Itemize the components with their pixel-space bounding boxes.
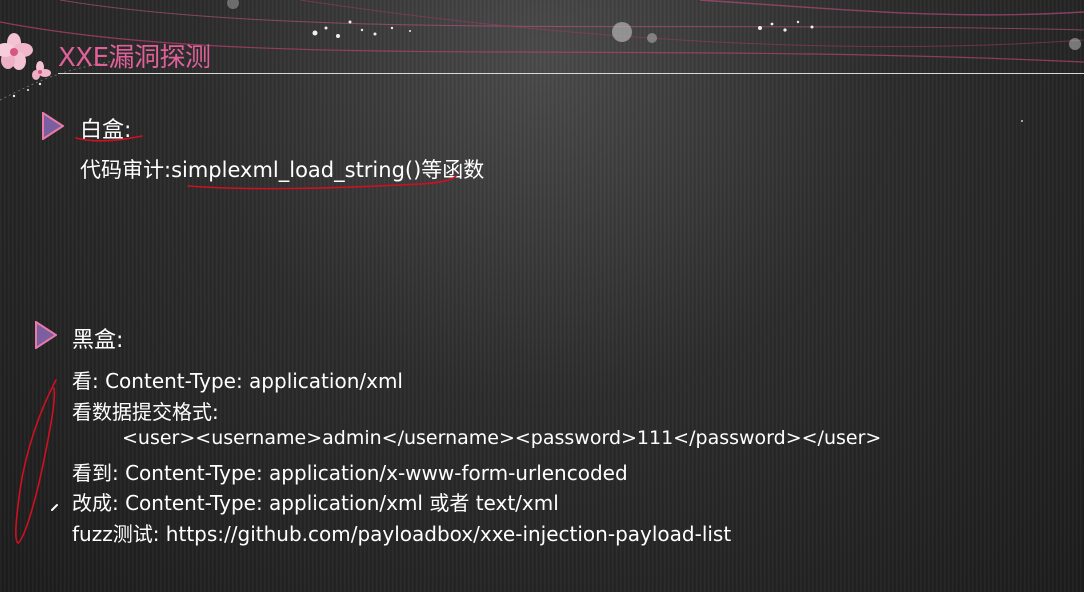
black-box-heading: 黑盒: (72, 328, 124, 353)
white-box-heading: 白盒: (80, 118, 132, 143)
triangle-bullet-icon (35, 321, 57, 349)
title-divider (58, 73, 1084, 74)
slide-title: XXE漏洞探测 (58, 43, 211, 73)
black-box-line: 看数据提交格式: (72, 400, 219, 424)
code-audit-line: 代码审计:simplexml_load_string()等函数 (80, 154, 484, 184)
black-box-line: 改成: Content-Type: application/xml 或者 tex… (72, 491, 559, 515)
code-audit-label: 代码审计: (80, 158, 172, 182)
black-box-line: 看到: Content-Type: application/x-www-form… (72, 461, 628, 485)
code-audit-value: simplexml_load_string()等函数 (171, 158, 485, 182)
black-box-line: fuzz测试: https://github.com/payloadbox/xx… (72, 522, 732, 546)
black-box-line: <user><username>admin</username><passwor… (122, 427, 882, 449)
triangle-bullet-icon (42, 112, 64, 140)
black-box-line: 看: Content-Type: application/xml (72, 369, 403, 393)
